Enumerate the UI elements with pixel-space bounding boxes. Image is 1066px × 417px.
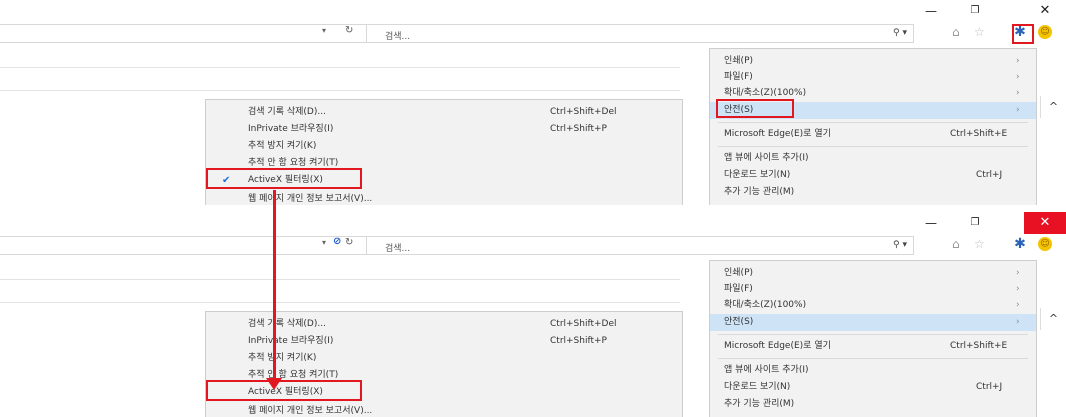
menu-item-privacy-report[interactable]: 웹 페이지 개인 정보 보고서(V)... <box>206 191 682 205</box>
address-bar-row: ▾ ↻ 검색... ⚲ ▾ ⌂ ☆ ✱ ☺ <box>0 22 1066 46</box>
browser-window-after: — ❐ ✕ ▾ ⊘ ↻ 검색... ⚲ ▾ ⌂ ☆ ✱ ☺ ^ 검색 기록 삭제… <box>0 212 1066 417</box>
chevron-right-icon: › <box>1016 317 1020 327</box>
menu-item-zoom[interactable]: 확대/축소(Z)(100%) › <box>710 297 1036 314</box>
menu-item-inprivate[interactable]: InPrivate 브라우징(I) Ctrl+Shift+P <box>206 121 682 138</box>
menu-item-inprivate[interactable]: InPrivate 브라우징(I) Ctrl+Shift+P <box>206 333 682 350</box>
menu-item-tracking-protection[interactable]: 추적 방지 켜기(K) <box>206 138 682 155</box>
arrow-connector <box>273 190 276 380</box>
menu-item-add-site-apps[interactable]: 앱 뷰에 사이트 추가(I) <box>710 150 1036 167</box>
highlight-activex <box>206 380 362 401</box>
stop-icon[interactable]: ⊘ <box>333 236 341 247</box>
search-icon[interactable]: ⚲ ▾ <box>893 240 907 250</box>
address-input[interactable] <box>0 236 366 255</box>
refresh-icon[interactable]: ↻ <box>345 25 353 36</box>
menu-item-open-edge[interactable]: Microsoft Edge(E)로 열기 Ctrl+Shift+E <box>710 338 1036 355</box>
title-bar: — ❐ ✕ <box>0 0 1066 22</box>
chevron-right-icon: › <box>1016 300 1020 310</box>
search-placeholder: 검색... <box>385 244 411 254</box>
menu-item-file[interactable]: 파일(F) › <box>710 281 1036 298</box>
close-icon[interactable]: ✕ <box>1024 212 1066 234</box>
menu-item-open-edge[interactable]: Microsoft Edge(E)로 열기 Ctrl+Shift+E <box>710 126 1036 143</box>
menu-item-view-downloads[interactable]: 다운로드 보기(N) Ctrl+J <box>710 167 1036 184</box>
page-divider <box>0 67 680 68</box>
browser-window-before: — ❐ ✕ ▾ ↻ 검색... ⚲ ▾ ⌂ ☆ ✱ ☺ ^ 검색 기록 삭제(D… <box>0 0 1066 205</box>
tools-menu: 인쇄(P) › 파일(F) › 확대/축소(Z)(100%) › 안전(S) ›… <box>709 48 1037 205</box>
page-divider <box>0 90 680 91</box>
safety-submenu: 검색 기록 삭제(D)... Ctrl+Shift+Del InPrivate … <box>205 99 683 205</box>
safety-submenu: 검색 기록 삭제(D)... Ctrl+Shift+Del InPrivate … <box>205 311 683 417</box>
search-icon[interactable]: ⚲ ▾ <box>893 28 907 38</box>
page-divider <box>0 279 680 280</box>
chevron-right-icon: › <box>1016 56 1020 66</box>
arrow-down-icon <box>266 378 282 390</box>
search-input[interactable]: 검색... ⚲ ▾ <box>366 236 914 255</box>
chevron-right-icon: › <box>1016 284 1020 294</box>
chevron-down-icon[interactable]: ▾ <box>322 26 326 35</box>
restore-icon[interactable]: ❐ <box>958 212 992 234</box>
close-icon[interactable]: ✕ <box>1024 0 1066 22</box>
menu-separator <box>718 122 1028 123</box>
title-bar: — ❐ ✕ <box>0 212 1066 234</box>
menu-separator <box>718 146 1028 147</box>
home-icon[interactable]: ⌂ <box>952 237 960 251</box>
highlight-safety <box>716 99 794 118</box>
menu-separator <box>718 358 1028 359</box>
menu-item-manage-addons[interactable]: 추가 기능 관리(M) <box>710 184 1036 201</box>
menu-item-manage-addons[interactable]: 추가 기능 관리(M) <box>710 396 1036 413</box>
smiley-feedback-icon[interactable]: ☺ <box>1038 237 1052 251</box>
minimize-icon[interactable]: — <box>914 212 948 234</box>
menu-item-safety[interactable]: 안전(S) › <box>710 314 1036 331</box>
smiley-feedback-icon[interactable]: ☺ <box>1038 25 1052 39</box>
tools-menu: 인쇄(P) › 파일(F) › 확대/축소(Z)(100%) › 안전(S) ›… <box>709 260 1037 417</box>
scroll-up-icon[interactable]: ^ <box>1040 96 1066 118</box>
menu-item-privacy-report[interactable]: 웹 페이지 개인 정보 보고서(V)... <box>206 403 682 417</box>
menu-item-delete-history[interactable]: 검색 기록 삭제(D)... Ctrl+Shift+Del <box>206 316 682 333</box>
menu-item-print[interactable]: 인쇄(P) › <box>710 265 1036 282</box>
favorites-star-icon[interactable]: ☆ <box>974 25 985 39</box>
highlight-gear <box>1012 24 1034 44</box>
menu-item-file[interactable]: 파일(F) › <box>710 69 1036 86</box>
page-divider <box>0 302 680 303</box>
menu-item-print[interactable]: 인쇄(P) › <box>710 53 1036 70</box>
menu-item-view-downloads[interactable]: 다운로드 보기(N) Ctrl+J <box>710 379 1036 396</box>
chevron-right-icon: › <box>1016 72 1020 82</box>
address-bar-row: ▾ ⊘ ↻ 검색... ⚲ ▾ ⌂ ☆ ✱ ☺ <box>0 234 1066 258</box>
chevron-right-icon: › <box>1016 105 1020 115</box>
menu-item-add-site-apps[interactable]: 앱 뷰에 사이트 추가(I) <box>710 362 1036 379</box>
highlight-activex <box>206 168 362 189</box>
home-icon[interactable]: ⌂ <box>952 25 960 39</box>
favorites-star-icon[interactable]: ☆ <box>974 237 985 251</box>
address-input[interactable] <box>0 24 366 43</box>
chevron-right-icon: › <box>1016 88 1020 98</box>
menu-item-tracking-protection[interactable]: 추적 방지 켜기(K) <box>206 350 682 367</box>
refresh-icon[interactable]: ↻ <box>345 237 353 248</box>
chevron-right-icon: › <box>1016 268 1020 278</box>
chevron-down-icon[interactable]: ▾ <box>322 238 326 247</box>
search-input[interactable]: 검색... ⚲ ▾ <box>366 24 914 43</box>
scroll-up-icon[interactable]: ^ <box>1040 308 1066 330</box>
restore-icon[interactable]: ❐ <box>958 0 992 22</box>
menu-item-delete-history[interactable]: 검색 기록 삭제(D)... Ctrl+Shift+Del <box>206 104 682 121</box>
gear-icon[interactable]: ✱ <box>1010 235 1030 255</box>
minimize-icon[interactable]: — <box>914 0 948 22</box>
search-placeholder: 검색... <box>385 32 411 42</box>
menu-separator <box>718 334 1028 335</box>
